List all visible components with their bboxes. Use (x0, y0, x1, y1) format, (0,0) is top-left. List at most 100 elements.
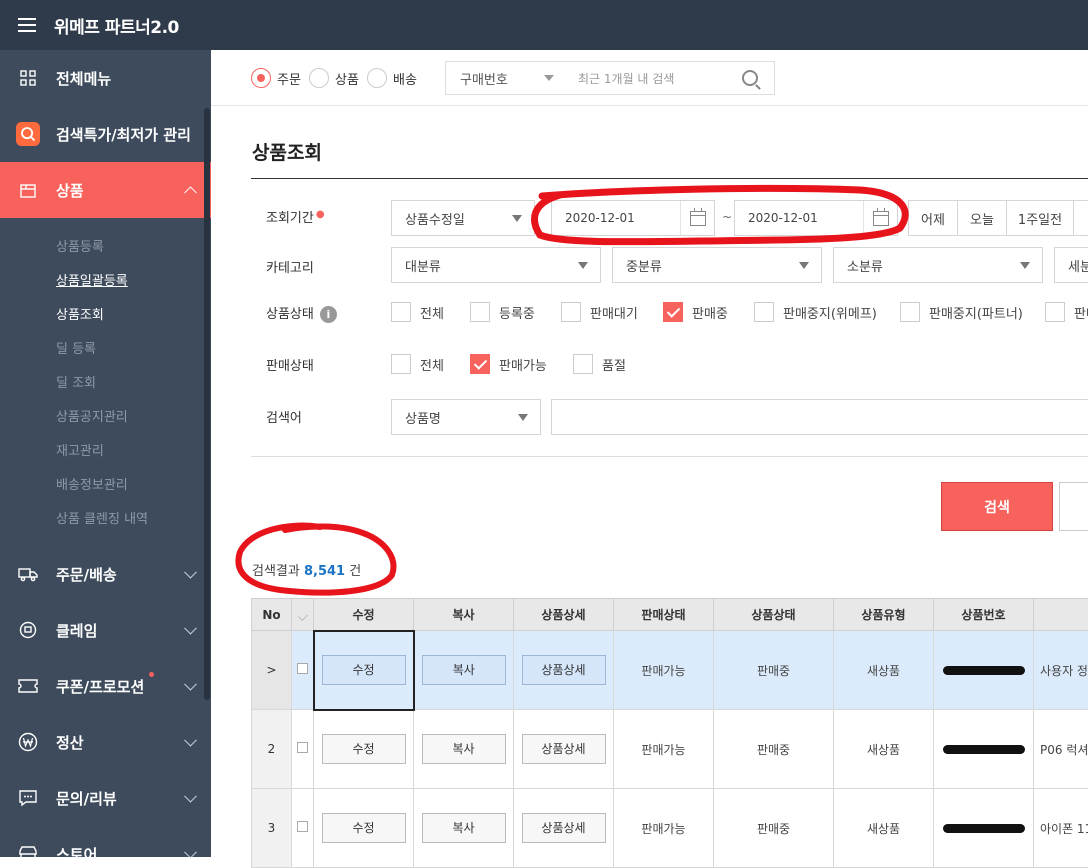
col-detail[interactable]: 상품상세 (514, 599, 614, 631)
search-icon[interactable] (742, 70, 758, 86)
sidebar-item-all-menu[interactable]: 전체메뉴 (0, 50, 211, 106)
col-copy[interactable]: 복사 (414, 599, 514, 631)
radio-product[interactable]: 상품 (309, 68, 359, 88)
sidebar-item-claim[interactable]: 클레임 (0, 602, 211, 658)
submenu-item[interactable]: 상품공지관리 (0, 398, 211, 432)
edit-cell[interactable]: 수정 (314, 789, 414, 868)
status-on-sale-checkbox[interactable]: 판매중 (663, 302, 728, 322)
quick-week-button[interactable]: 1주일전 (1006, 200, 1074, 236)
table-row[interactable]: > 수정 복사 상품상세 판매가능 판매중 새상품 사용자 정 (252, 631, 1088, 710)
copy-cell[interactable]: 복사 (414, 710, 514, 789)
sidebar-item-settlement[interactable]: 정산 (0, 714, 211, 770)
copy-cell[interactable]: 복사 (414, 631, 514, 710)
sale-all-checkbox[interactable]: 전체 (391, 354, 444, 374)
radio-circle[interactable] (251, 68, 271, 88)
submenu-item[interactable]: 상품 클렌징 내역 (0, 500, 211, 534)
edit-button[interactable]: 수정 (322, 813, 406, 843)
sidebar-scrollbar[interactable] (204, 108, 210, 700)
category-medium-select[interactable]: 중분류 (612, 247, 822, 283)
row-checkbox[interactable] (297, 663, 308, 674)
checkbox[interactable] (561, 302, 581, 322)
detail-cell[interactable]: 상품상세 (514, 710, 614, 789)
sidebar-item-product[interactable]: 상품 (0, 162, 211, 218)
edit-button[interactable]: 수정 (322, 734, 406, 764)
radio-circle[interactable] (367, 68, 387, 88)
col-edit[interactable]: 수정 (314, 599, 414, 631)
checkbox[interactable] (391, 354, 411, 374)
copy-cell[interactable]: 복사 (414, 789, 514, 868)
detail-button[interactable]: 상품상세 (522, 655, 606, 685)
copy-button[interactable]: 복사 (422, 655, 506, 685)
submenu-item[interactable]: 딜 조회 (0, 364, 211, 398)
row-checkbox-cell[interactable] (292, 710, 314, 789)
row-checkbox-cell[interactable] (292, 789, 314, 868)
sidebar-item-coupon[interactable]: 쿠폰/프로모션 (0, 658, 211, 714)
checkbox-checked[interactable] (470, 354, 490, 374)
category-detail-select[interactable]: 세분 (1054, 247, 1088, 283)
keyword-input[interactable] (551, 399, 1088, 435)
quick-more-button[interactable] (1073, 200, 1088, 236)
status-stopped-wemakeprice-checkbox[interactable]: 판매중지(위메프) (754, 302, 877, 322)
detail-cell[interactable]: 상품상세 (514, 631, 614, 710)
checkbox[interactable] (391, 302, 411, 322)
edit-button[interactable]: 수정 (322, 655, 406, 685)
sale-available-checkbox[interactable]: 판매가능 (470, 354, 547, 374)
sidebar-item-inquiry[interactable]: 문의/리뷰 (0, 770, 211, 826)
submenu-item-active[interactable]: 상품조회 (0, 296, 211, 330)
status-stopped-partner-checkbox[interactable]: 판매중지(파트너) (900, 302, 1023, 322)
status-registering-checkbox[interactable]: 등록중 (470, 302, 535, 322)
detail-cell[interactable]: 상품상세 (514, 789, 614, 868)
col-product-number[interactable]: 상품번호 (934, 599, 1034, 631)
radio-order[interactable]: 주문 (251, 68, 301, 88)
status-waiting-checkbox[interactable]: 판매대기 (561, 302, 638, 322)
search-input[interactable]: 최근 1개월 내 검색 (564, 70, 742, 87)
date-from-input[interactable]: 2020-12-01 (551, 200, 715, 236)
table-row[interactable]: 3 수정 복사 상품상세 판매가능 판매중 새상품 아이폰 11 (252, 789, 1088, 868)
sidebar-item-order[interactable]: 주문/배송 (0, 546, 211, 602)
copy-button[interactable]: 복사 (422, 734, 506, 764)
sidebar-item-search-special[interactable]: 검색특가/최저가 관리 (0, 106, 211, 162)
checkbox[interactable] (900, 302, 920, 322)
radio-circle[interactable] (309, 68, 329, 88)
reset-button[interactable] (1059, 482, 1088, 531)
checkbox[interactable] (754, 302, 774, 322)
col-product-status[interactable]: 상품상태 (714, 599, 834, 631)
checkbox-checked[interactable] (663, 302, 683, 322)
status-all-checkbox[interactable]: 전체 (391, 302, 444, 322)
detail-button[interactable]: 상품상세 (522, 813, 606, 843)
checkbox[interactable] (470, 302, 490, 322)
period-type-select[interactable]: 상품수정일 (391, 200, 535, 236)
copy-button[interactable]: 복사 (422, 813, 506, 843)
edit-cell[interactable]: 수정 (314, 631, 414, 710)
sale-soldout-checkbox[interactable]: 품절 (573, 354, 626, 374)
info-icon[interactable]: i (320, 306, 337, 323)
submenu-item[interactable]: 상품일괄등록 (0, 262, 211, 296)
edit-cell[interactable]: 수정 (314, 710, 414, 789)
hamburger-menu-icon[interactable] (0, 0, 54, 50)
category-small-select[interactable]: 소분류 (833, 247, 1043, 283)
calendar-icon[interactable] (863, 201, 897, 235)
search-button[interactable]: 검색 (941, 482, 1053, 531)
detail-button[interactable]: 상품상세 (522, 734, 606, 764)
row-checkbox[interactable] (297, 821, 308, 832)
checkbox[interactable] (573, 354, 593, 374)
quick-yesterday-button[interactable]: 어제 (908, 200, 958, 236)
submenu-item[interactable]: 배송정보관리 (0, 466, 211, 500)
category-large-select[interactable]: 대분류 (391, 247, 601, 283)
row-checkbox[interactable] (297, 742, 308, 753)
row-checkbox-cell[interactable] (292, 631, 314, 710)
quick-today-button[interactable]: 오늘 (957, 200, 1007, 236)
col-product-type[interactable]: 상품유형 (834, 599, 934, 631)
status-other-checkbox[interactable]: 판매 (1045, 302, 1088, 322)
date-to-input[interactable]: 2020-12-01 (734, 200, 898, 236)
table-row[interactable]: 2 수정 복사 상품상세 판매가능 판매중 새상품 P06 럭셔리 (252, 710, 1088, 789)
submenu-item[interactable]: 딜 등록 (0, 330, 211, 364)
search-type-select[interactable]: 구매번호 (446, 69, 564, 88)
col-select-all[interactable] (292, 599, 314, 631)
sidebar-item-store[interactable]: 스토어 (0, 826, 211, 857)
keyword-type-select[interactable]: 상품명 (391, 399, 541, 435)
radio-delivery[interactable]: 배송 (367, 68, 417, 88)
col-sale-status[interactable]: 판매상태 (614, 599, 714, 631)
checkbox[interactable] (1045, 302, 1065, 322)
col-product-name[interactable] (1034, 599, 1088, 631)
